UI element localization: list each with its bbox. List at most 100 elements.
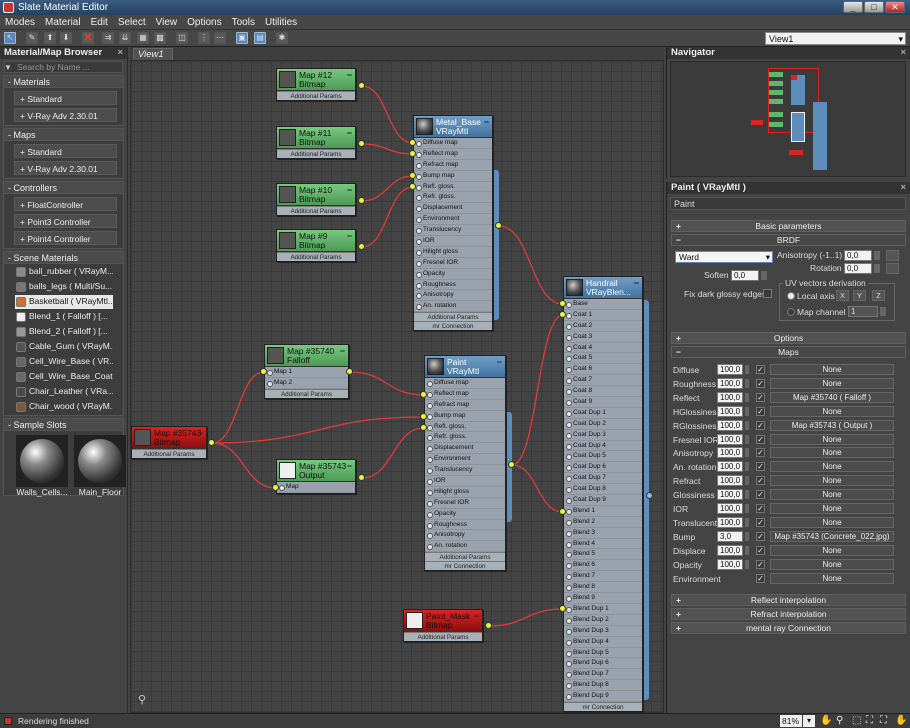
node-footer[interactable]: mr Connection <box>425 561 505 571</box>
spinner-arrows-icon[interactable] <box>744 377 750 389</box>
scene-material-item[interactable]: balls_legs ( Multi/Su... <box>15 280 113 294</box>
node-footer[interactable]: Additional Params <box>425 552 505 562</box>
map-amount-input[interactable]: 100,0 <box>717 544 743 556</box>
select-by-material-icon[interactable]: ✱ <box>276 32 288 44</box>
spinner-arrows-icon[interactable] <box>744 475 750 487</box>
soften-input[interactable]: 0,0 <box>731 270 759 281</box>
view-selector[interactable]: View1 ▾ <box>765 32 906 45</box>
map-enable-checkbox[interactable]: ✓ <box>756 434 765 444</box>
parameter-editor-icon[interactable]: ▤ <box>254 32 266 44</box>
close-button[interactable]: ✕ <box>885 1 905 13</box>
local-axis-radio[interactable] <box>787 292 795 300</box>
node-header[interactable]: Paint_Mask Bitmap − <box>404 610 482 632</box>
spinner-arrows-icon[interactable] <box>744 516 750 528</box>
select-tool-icon[interactable]: ↖ <box>4 32 16 44</box>
map-slot-button[interactable]: None <box>770 503 894 514</box>
collapse-icon[interactable]: − <box>634 278 639 288</box>
rollout-mental-ray-connection[interactable]: + mental ray Connection <box>671 622 906 634</box>
node-slot[interactable]: Blend 3 <box>564 528 642 539</box>
node-slot[interactable]: Coat 3 <box>564 332 642 343</box>
input-socket[interactable] <box>420 413 427 420</box>
layout-all-icon[interactable]: ⋯ <box>214 32 226 44</box>
map-slot-button[interactable]: Map #35743 (Concrete_022.jpg) <box>770 530 894 542</box>
map-enable-checkbox[interactable]: ✓ <box>756 378 765 388</box>
node-slot[interactable]: Reflect map <box>414 149 492 160</box>
sample-slot[interactable] <box>74 435 126 487</box>
node-slot[interactable]: Refr. gloss. <box>425 432 505 444</box>
spinner-arrows-icon[interactable] <box>744 461 750 473</box>
node-slot[interactable]: An. rotation <box>414 301 492 313</box>
node-footer[interactable]: Additional Params <box>132 449 206 458</box>
show-map-icon[interactable]: ▦ <box>137 32 149 44</box>
node-slot[interactable]: Coat 2 <box>564 321 642 332</box>
map-channel-radio[interactable] <box>787 308 795 316</box>
put-to-scene-icon[interactable]: ⬆ <box>44 32 56 44</box>
scene-material-item[interactable]: Blend_2 ( Falloff ) [... <box>15 325 113 339</box>
spinner-arrows-icon[interactable] <box>744 433 750 445</box>
scene-material-item[interactable]: Cable_Gum ( VRayM... <box>15 340 113 354</box>
spinner-arrows-icon[interactable] <box>744 489 750 501</box>
map-amount-input[interactable]: 100,0 <box>717 419 743 431</box>
assign-material-icon[interactable]: ⬇ <box>60 32 72 44</box>
output-socket[interactable] <box>208 439 215 446</box>
node-footer[interactable]: Additional Params <box>414 312 492 322</box>
input-socket[interactable] <box>409 139 416 146</box>
rollout-options[interactable]: + Options <box>671 332 906 344</box>
menu-tools[interactable]: Tools <box>227 15 260 30</box>
node-slot[interactable]: Roughness <box>425 520 505 531</box>
node-paintmask[interactable]: Paint_Mask Bitmap − Additional Params <box>403 609 483 642</box>
input-socket[interactable] <box>260 368 267 375</box>
spinner-arrows-icon[interactable] <box>744 530 750 542</box>
node-slot[interactable]: Opacity <box>414 269 492 280</box>
map-slot-button[interactable]: None <box>770 475 894 487</box>
collapse-icon[interactable]: − <box>497 357 502 367</box>
output-socket[interactable] <box>495 222 502 229</box>
node-slot[interactable]: Blend 5 <box>564 549 642 561</box>
node-slot[interactable]: Blend 7 <box>564 571 642 583</box>
rollout-reflect-interpolation[interactable]: + Reflect interpolation <box>671 594 906 606</box>
map-enable-checkbox[interactable]: ✓ <box>756 490 765 500</box>
map-amount-input[interactable]: 100,0 <box>717 503 743 514</box>
node-slot[interactable]: Blend Dup 7 <box>564 669 642 681</box>
node-slot[interactable]: Coat 4 <box>564 343 642 354</box>
node-slot[interactable]: Refr. gloss. <box>414 192 492 204</box>
node-slot[interactable]: IOR <box>425 476 505 487</box>
node-slot[interactable]: Blend Dup 3 <box>564 626 642 637</box>
node-slot[interactable]: Blend Dup 8 <box>564 680 642 692</box>
rollout-basic-parameters[interactable]: + Basic parameters <box>671 220 906 232</box>
node-map9[interactable]: Map #9 Bitmap − Additional Params <box>276 229 356 262</box>
node-header[interactable]: Map #11 Bitmap − <box>277 127 355 149</box>
group-item[interactable]: + Point3 Controller <box>14 214 117 228</box>
group-item[interactable]: + V-Ray Adv 2.30.01 <box>14 161 117 175</box>
background-icon[interactable]: ▩ <box>154 32 166 44</box>
map-amount-input[interactable]: 100,0 <box>717 489 743 501</box>
binoculars-icon[interactable]: ⚲ <box>138 693 146 706</box>
map-enable-checkbox[interactable]: ✓ <box>756 573 765 583</box>
spinner-arrows-icon[interactable] <box>873 250 881 261</box>
map-slot-button[interactable]: None <box>770 377 894 389</box>
node-header[interactable]: Map #10 Bitmap − <box>277 184 355 206</box>
chevron-down-icon[interactable]: ▾ <box>803 715 815 727</box>
spinner-arrows-icon[interactable] <box>744 364 750 375</box>
output-socket[interactable] <box>346 368 353 375</box>
menu-utilities[interactable]: Utilities <box>260 15 302 30</box>
node-slot[interactable]: Blend 6 <box>564 560 642 572</box>
map-slot-button[interactable]: None <box>770 489 894 501</box>
node-header[interactable]: Map #9 Bitmap − <box>277 230 355 252</box>
node-slot[interactable]: Coat Dup 6 <box>564 462 642 474</box>
map-slot-button[interactable]: None <box>770 364 894 375</box>
output-socket[interactable] <box>358 82 365 89</box>
input-socket[interactable] <box>420 391 427 398</box>
node-slot[interactable]: Roughness <box>414 280 492 291</box>
node-header[interactable]: Paint VRayMtl − <box>425 356 505 378</box>
minimize-button[interactable]: _ <box>843 1 863 13</box>
map-enable-checkbox[interactable]: ✓ <box>756 559 765 569</box>
node-slot[interactable]: Environment <box>425 454 505 466</box>
map-amount-input[interactable]: 100,0 <box>717 377 743 389</box>
node-slot[interactable]: Map <box>277 482 355 493</box>
anisotropy-map-button[interactable] <box>886 250 899 261</box>
collapse-icon[interactable]: − <box>347 128 352 138</box>
output-socket[interactable] <box>358 474 365 481</box>
tab-view1[interactable]: View1 <box>133 48 173 60</box>
menu-view[interactable]: View <box>151 15 183 30</box>
